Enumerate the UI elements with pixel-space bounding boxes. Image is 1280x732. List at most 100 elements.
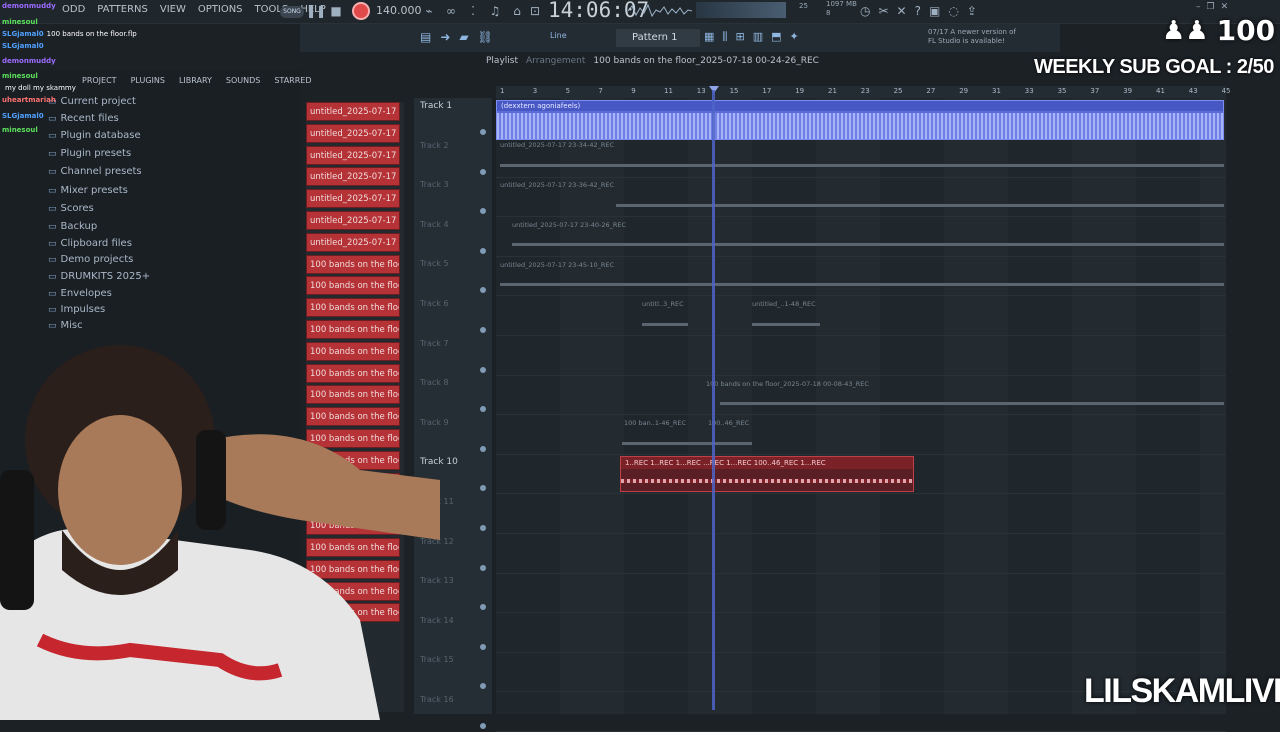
blend-notes-icon[interactable]: ♫ — [486, 3, 504, 19]
time-ruler[interactable]: 1 3 5 7 9 11 13 15 17 19 21 23 25 27 29 31 33 35 37 39 41 43 4… — [496, 86, 1231, 98]
browser-item[interactable]: ▭ Mixer presets — [48, 185, 128, 196]
track-name[interactable]: Track 2 — [420, 141, 449, 150]
piano-roll-icon[interactable]: ⊞ — [735, 30, 744, 44]
record-button[interactable] — [352, 2, 370, 20]
play-icon[interactable]: ❚❚ — [306, 3, 326, 19]
audio-clip-selected[interactable]: 1..REC 1..REC 1...REC ...REC 1...REC 100… — [620, 456, 914, 492]
save-icon[interactable]: ▣ — [929, 4, 940, 18]
track-name[interactable]: Track 4 — [420, 220, 449, 229]
track-mute-button[interactable] — [480, 129, 486, 135]
countdown-icon[interactable]: ⌂ — [508, 3, 526, 19]
close-icon[interactable]: ✕ — [1221, 2, 1229, 12]
channel-button[interactable]: 100 bands on the floor_... — [306, 298, 400, 318]
track-lane[interactable] — [496, 534, 1226, 574]
track-mute-button[interactable] — [480, 168, 486, 175]
track-name[interactable]: Track 5 — [420, 259, 449, 268]
clock-icon[interactable]: ◷ — [860, 4, 870, 18]
channel-button[interactable]: 100 bands on the floor_... — [306, 254, 400, 274]
track-lane[interactable] — [496, 573, 1226, 614]
playlist-icon[interactable]: ▤ — [420, 30, 431, 44]
tempo-display[interactable]: 140.000 — [376, 4, 422, 17]
channel-button[interactable]: untitled_2025-07-17 23... — [306, 189, 400, 209]
clip-title[interactable]: 100 ban..1-46_REC — [624, 419, 686, 427]
chat-icon[interactable]: ◌ — [948, 4, 958, 18]
browser-icon[interactable]: ▥ — [753, 30, 763, 44]
track-mute-button[interactable] — [480, 208, 486, 215]
track-mute-button[interactable] — [480, 564, 486, 571]
tool-icons: ▤ ➜ ▰ ⛓ — [420, 30, 493, 44]
browser-item[interactable]: ▭ Clipboard files — [48, 238, 132, 249]
step-edit-icon[interactable]: ⁚ — [464, 3, 482, 19]
paint-icon[interactable]: ▰ — [459, 30, 468, 44]
update-notice[interactable]: 07/17 A newer version of FL Studio is av… — [928, 28, 1024, 46]
clip-title[interactable]: untitled_2025-07-17 23-45-10_REC — [500, 261, 614, 269]
export-icon[interactable]: ⇪ — [967, 4, 977, 18]
track-mute-button[interactable] — [480, 287, 486, 294]
cut-icon[interactable]: ✂ — [878, 4, 888, 18]
track-mute-button[interactable] — [480, 445, 486, 452]
clip-title[interactable]: untitled_2025-07-17 23-40-26_REC — [512, 221, 626, 229]
metronome-icon[interactable]: ⌁ — [420, 3, 438, 19]
channel-button[interactable]: untitled_2025-07-17 23... — [306, 145, 400, 165]
snap-selector[interactable]: Line — [550, 31, 567, 40]
track-lane[interactable] — [496, 336, 1226, 376]
stop-icon[interactable]: ■ — [327, 3, 345, 19]
track-mute-button[interactable] — [480, 327, 486, 333]
settings-icon[interactable]: ✦ — [790, 30, 799, 44]
channel-button[interactable]: untitled_2025-07-17 23... — [306, 102, 400, 121]
browser-item[interactable]: ▭ DRUMKITS 2025+ — [48, 271, 150, 282]
channel-button[interactable]: 100 bands on the floor_... — [306, 276, 400, 296]
track-name[interactable]: Track 1 — [420, 101, 452, 111]
track-lane[interactable] — [496, 296, 1226, 336]
channel-button[interactable]: untitled_2025-07-17 23... — [306, 167, 400, 187]
audio-clip[interactable]: (dexxtern agoniafeels) — [496, 100, 1224, 140]
menu-item[interactable]: OPTIONS — [196, 3, 245, 16]
track-mute-button[interactable] — [480, 723, 486, 729]
clip-title[interactable]: untitl..3_REC — [642, 300, 684, 308]
track-mute-button[interactable] — [480, 643, 486, 650]
track-mute-button[interactable] — [480, 485, 486, 492]
track-mute-button[interactable] — [480, 406, 486, 413]
loop-record-icon[interactable]: ∞ — [442, 3, 460, 19]
track-mute-button[interactable] — [480, 366, 486, 373]
clip-title[interactable]: 100 bands on the floor_2025-07-18 00-08-… — [706, 380, 869, 388]
track-mute-button[interactable] — [480, 525, 486, 531]
track-lane[interactable] — [496, 494, 1226, 534]
link-icon[interactable]: ⛓ — [478, 30, 493, 44]
track-mute-button[interactable] — [480, 604, 486, 611]
song-mode-toggle[interactable]: SONG — [280, 6, 304, 18]
playlist-lanes[interactable]: (dexxtern agoniafeels) untitled_2025-07-… — [496, 98, 1226, 732]
plugin-icon[interactable]: ⬒ — [771, 30, 781, 44]
clip-title[interactable]: untitled_2025-07-17 23-34-42_REC — [500, 141, 614, 149]
track-lane[interactable] — [496, 415, 1226, 455]
ruler-bar-number: 27 — [926, 87, 936, 95]
help-icon[interactable]: ? — [915, 4, 921, 18]
mixer-icon[interactable]: ⫼ — [722, 30, 727, 44]
browser-item[interactable]: ▭ Demo projects — [48, 254, 133, 265]
clip-title[interactable]: untitled_2025-07-17 23-36-42_REC — [500, 181, 614, 189]
browser-item[interactable]: ▭ Envelopes — [48, 288, 112, 299]
clip-title[interactable]: untitled_..1-48_REC — [752, 300, 816, 308]
browser-tab[interactable]: STARRED — [274, 76, 311, 85]
channel-button[interactable]: untitled_2025-07-17 23... — [306, 123, 400, 143]
channel-rack-icon[interactable]: ▦ — [704, 30, 714, 44]
track-name[interactable]: Track 3 — [420, 180, 449, 189]
browser-tab[interactable]: LIBRARY — [179, 76, 212, 85]
ruler-bar-number: 7 — [598, 87, 603, 95]
wait-input-icon[interactable]: ⊡ — [526, 3, 544, 19]
pattern-selector[interactable]: Pattern 1 — [616, 29, 700, 47]
channel-button[interactable]: untitled_2025-07-17 23... — [306, 232, 400, 252]
restore-icon[interactable]: ❐ — [1207, 2, 1215, 12]
browser-item[interactable]: ▭ Backup — [48, 221, 97, 232]
browser-item[interactable]: ▭ Scores — [48, 203, 94, 214]
track-mute-button[interactable] — [480, 683, 486, 690]
browser-tab[interactable]: SOUNDS — [226, 76, 260, 85]
wrench-icon[interactable]: ✕ — [897, 4, 907, 18]
arrow-icon[interactable]: ➜ — [440, 30, 450, 44]
track-name[interactable]: Track 6 — [420, 299, 449, 308]
channel-button[interactable]: untitled_2025-07-17 23... — [306, 211, 400, 230]
browser-item[interactable]: ▭ Impulses — [48, 304, 105, 315]
minimize-icon[interactable]: – — [1196, 2, 1201, 12]
track-mute-button[interactable] — [480, 247, 486, 254]
track-lane[interactable] — [496, 613, 1226, 653]
